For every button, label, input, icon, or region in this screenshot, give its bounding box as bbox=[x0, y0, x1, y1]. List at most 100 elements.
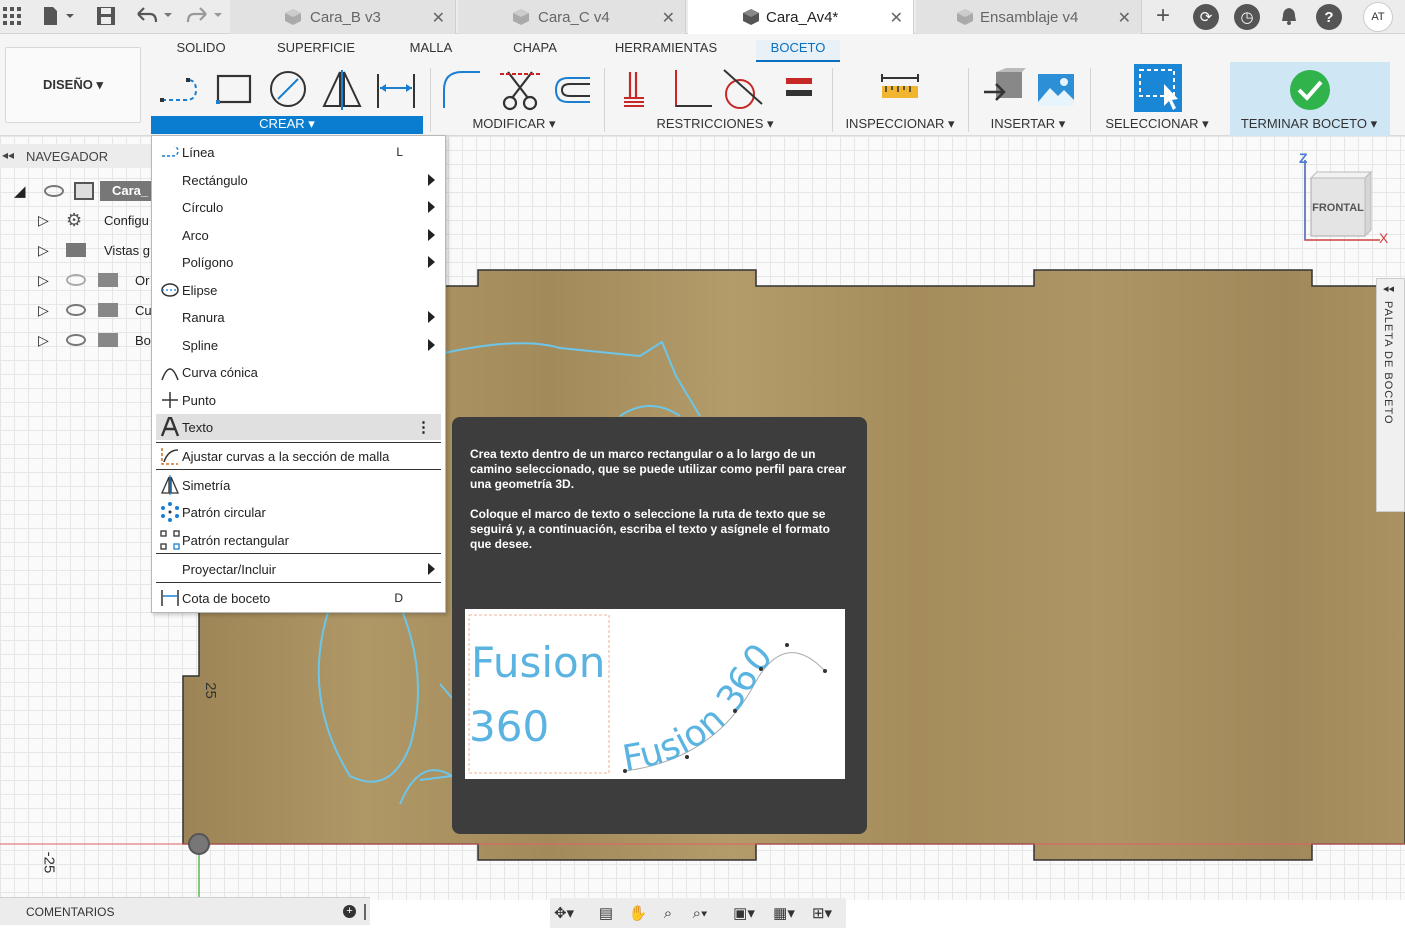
tab-superficie[interactable]: SUPERFICIE bbox=[276, 40, 356, 62]
rectangle-tool-icon[interactable] bbox=[212, 68, 256, 112]
terminar-boceto-button[interactable]: TERMINAR BOCETO ▾ bbox=[1236, 116, 1382, 134]
expand-triangle-icon[interactable]: ▷ bbox=[38, 272, 49, 289]
modificar-menu-button[interactable]: MODIFICAR ▾ bbox=[468, 116, 560, 134]
menu-item-circulo[interactable]: Círculo bbox=[156, 194, 441, 220]
menu-item-rectangulo[interactable]: Rectángulo bbox=[156, 167, 441, 193]
expand-triangle-icon[interactable]: ▷ bbox=[38, 302, 49, 319]
tab-boceto[interactable]: BOCETO bbox=[756, 40, 840, 62]
dimension-label-neg25[interactable]: -25 bbox=[40, 852, 57, 874]
inspeccionar-menu-button[interactable]: INSPECCIONAR ▾ bbox=[840, 116, 960, 134]
browser-item-root[interactable]: ◢ Cara_ bbox=[0, 177, 161, 205]
eye-icon[interactable] bbox=[66, 304, 86, 316]
menu-item-arco[interactable]: Arco bbox=[156, 222, 441, 248]
insert-image-icon[interactable] bbox=[1034, 68, 1078, 112]
fit-window-icon[interactable]: ⌕▾ bbox=[686, 902, 714, 924]
menu-item-ajustar-curvas[interactable]: Ajustar curvas a la sección de malla bbox=[156, 443, 441, 469]
line-tool-icon[interactable] bbox=[158, 68, 202, 112]
measure-icon[interactable] bbox=[878, 68, 922, 112]
mirror-tool-icon[interactable] bbox=[320, 68, 364, 112]
coincident-constraint-icon[interactable] bbox=[616, 68, 660, 112]
tab-solido[interactable]: SOLIDO bbox=[170, 40, 232, 62]
offset-tool-icon[interactable] bbox=[550, 68, 594, 112]
tab-chapa[interactable]: CHAPA bbox=[506, 40, 564, 62]
viewports-icon[interactable]: ⊞▾ bbox=[808, 902, 836, 924]
menu-item-linea[interactable]: Línea L bbox=[156, 139, 441, 165]
expand-triangle-icon[interactable]: ▷ bbox=[38, 332, 49, 349]
menu-item-simetria[interactable]: Simetría bbox=[156, 472, 441, 498]
avatar[interactable]: AT bbox=[1363, 2, 1393, 32]
menu-item-curva-conica[interactable]: Curva cónica bbox=[156, 359, 441, 385]
view-cube[interactable]: Z X FRONTAL bbox=[1295, 150, 1390, 250]
tab-malla[interactable]: MALLA bbox=[400, 40, 462, 62]
more-options-icon[interactable]: ⋮ bbox=[416, 418, 431, 436]
crear-menu-button[interactable]: CREAR ▾ bbox=[151, 116, 423, 134]
menu-item-patron-circular[interactable]: Patrón circular bbox=[156, 499, 441, 525]
sketch-dimension-tool-icon[interactable] bbox=[374, 68, 418, 112]
expand-palette-icon[interactable]: ◂◂ bbox=[1383, 282, 1394, 295]
menu-item-punto[interactable]: Punto bbox=[156, 387, 441, 413]
new-tab-icon[interactable]: + bbox=[1150, 2, 1176, 29]
collapse-panel-icon[interactable]: ◂◂ bbox=[2, 148, 14, 162]
add-comment-icon[interactable]: + bbox=[343, 905, 356, 918]
notifications-icon[interactable] bbox=[1276, 4, 1302, 28]
menu-item-patron-rectangular[interactable]: Patrón rectangular bbox=[156, 527, 441, 553]
sketch-palette[interactable]: ◂◂ PALETA DE BOCETO bbox=[1376, 278, 1405, 512]
menu-item-poligono[interactable]: Polígono bbox=[156, 249, 441, 275]
browser-item-cuerpos[interactable]: ▷ Cu bbox=[0, 296, 160, 324]
perpendicular-constraint-icon[interactable] bbox=[668, 68, 712, 112]
data-panel-icon[interactable]: ⟳ bbox=[1193, 4, 1219, 30]
job-status-icon[interactable]: ◷ bbox=[1234, 4, 1260, 30]
panel-resize-handle[interactable] bbox=[364, 904, 366, 920]
trim-scissors-icon[interactable] bbox=[498, 68, 542, 112]
doc-tab-ensamblaje[interactable]: Ensamblaje v4 ✕ bbox=[916, 0, 1142, 34]
tab-herramientas[interactable]: HERRAMIENTAS bbox=[608, 40, 724, 62]
browser-item-vistas[interactable]: ▷ Vistas g bbox=[0, 236, 160, 264]
browser-item-configuraciones[interactable]: ▷ ⚙ Configu bbox=[0, 206, 160, 234]
browser-item-bocetos[interactable]: ▷ Bo bbox=[0, 326, 160, 354]
viewcube-face-label[interactable]: FRONTAL bbox=[1311, 202, 1365, 214]
file-menu-icon[interactable] bbox=[38, 4, 78, 28]
insertar-menu-button[interactable]: INSERTAR ▾ bbox=[984, 116, 1072, 134]
display-settings-icon[interactable]: ▣▾ bbox=[730, 902, 758, 924]
workspace-switcher[interactable]: DISEÑO ▾ bbox=[5, 47, 141, 123]
app-grid-icon[interactable] bbox=[2, 4, 22, 28]
dimension-label-25[interactable]: 25 bbox=[202, 682, 219, 699]
look-at-icon[interactable]: ▤ bbox=[592, 902, 620, 924]
browser-header[interactable]: ◂◂ NAVEGADOR bbox=[0, 144, 160, 168]
select-icon[interactable] bbox=[1134, 64, 1182, 112]
menu-item-cota-boceto[interactable]: Cota de boceto D bbox=[156, 585, 441, 611]
doc-tab-cara-a[interactable]: Cara_Av4* ✕ bbox=[688, 0, 914, 34]
seleccionar-menu-button[interactable]: SELECCIONAR ▾ bbox=[1100, 116, 1214, 134]
menu-item-proyectar[interactable]: Proyectar/Incluir bbox=[156, 556, 441, 582]
close-icon[interactable]: ✕ bbox=[1118, 8, 1131, 28]
grid-settings-icon[interactable]: ▦▾ bbox=[770, 902, 798, 924]
doc-tab-cara-b[interactable]: Cara_B v3 ✕ bbox=[230, 0, 456, 34]
eye-icon[interactable] bbox=[44, 185, 64, 197]
tangent-constraint-icon[interactable] bbox=[720, 68, 764, 112]
pan-hand-icon[interactable]: ✋ bbox=[624, 902, 652, 924]
menu-item-elipse[interactable]: Elipse bbox=[156, 277, 441, 303]
close-icon[interactable]: ✕ bbox=[890, 8, 903, 28]
browser-item-origen[interactable]: ▷ Or bbox=[0, 266, 160, 294]
zoom-icon[interactable]: ⌕ bbox=[654, 902, 682, 924]
redo-icon[interactable] bbox=[182, 4, 226, 28]
save-icon[interactable] bbox=[94, 4, 118, 28]
circle-tool-icon[interactable] bbox=[266, 68, 310, 112]
finish-sketch-check-icon[interactable] bbox=[1288, 68, 1332, 112]
orbit-icon[interactable]: ✥▾ bbox=[550, 902, 578, 924]
menu-item-ranura[interactable]: Ranura bbox=[156, 304, 441, 330]
eye-hidden-icon[interactable] bbox=[66, 274, 86, 286]
fillet-tool-icon[interactable] bbox=[440, 68, 484, 112]
close-icon[interactable]: ✕ bbox=[432, 8, 445, 28]
menu-item-spline[interactable]: Spline bbox=[156, 332, 441, 358]
eye-icon[interactable] bbox=[66, 334, 86, 346]
undo-icon[interactable] bbox=[134, 4, 174, 28]
collapse-triangle-icon[interactable]: ◢ bbox=[14, 182, 26, 200]
close-icon[interactable]: ✕ bbox=[662, 8, 675, 28]
help-icon[interactable]: ? bbox=[1316, 4, 1342, 30]
insert-derive-icon[interactable] bbox=[982, 68, 1026, 112]
menu-item-texto[interactable]: Texto ⋮ bbox=[156, 414, 441, 440]
expand-triangle-icon[interactable]: ▷ bbox=[38, 212, 49, 229]
doc-tab-cara-c[interactable]: Cara_C v4 ✕ bbox=[458, 0, 686, 34]
equal-constraint-icon[interactable] bbox=[776, 68, 820, 112]
